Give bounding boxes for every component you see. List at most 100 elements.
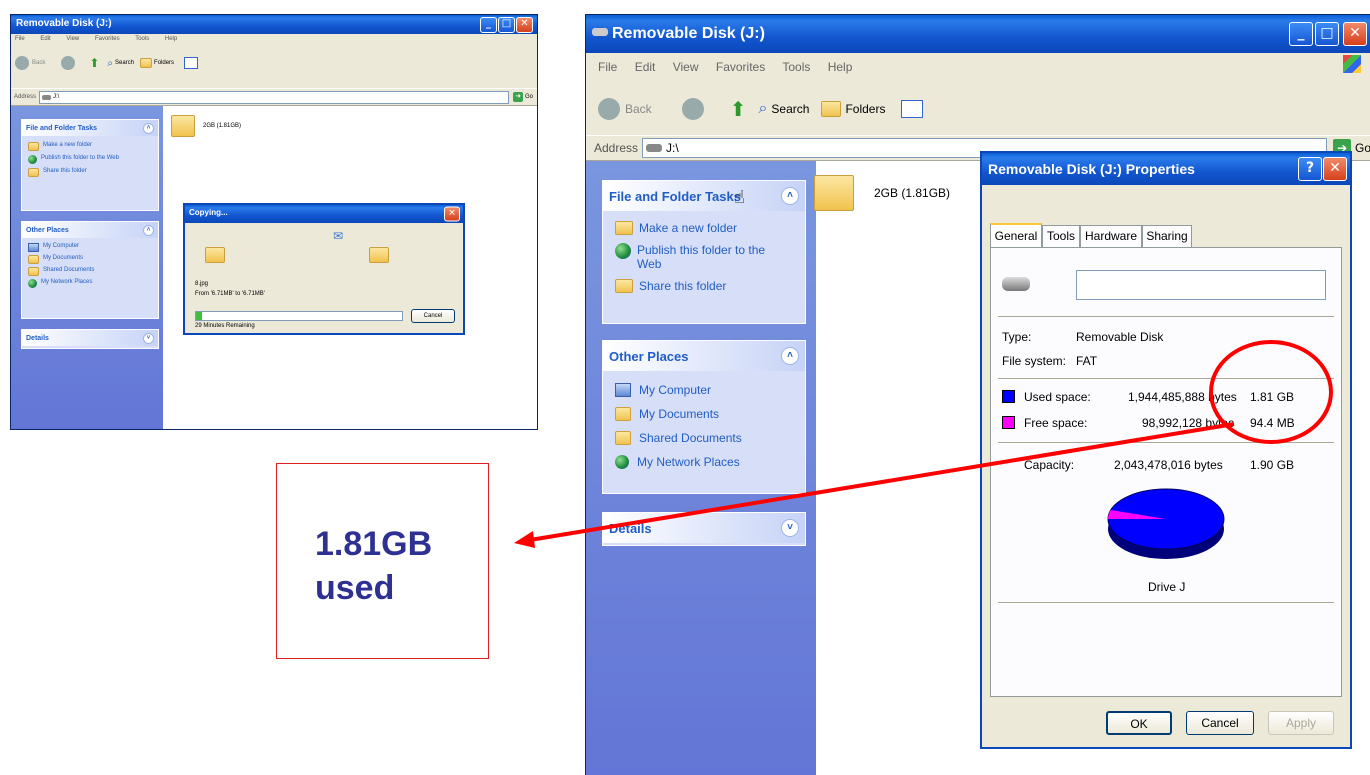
tab-general[interactable]: General	[990, 223, 1042, 247]
back-button[interactable]: Back	[32, 60, 45, 66]
big-menubar: File Edit View Favorites Tools Help	[598, 60, 866, 74]
menu-file[interactable]: File	[15, 36, 25, 42]
capacity-size: 1.90 GB	[1250, 458, 1295, 472]
network-places-link[interactable]: My Network Places	[28, 279, 158, 288]
window-icon	[592, 28, 608, 36]
free-color-swatch	[1002, 416, 1015, 429]
type-value: Removable Disk	[1076, 330, 1164, 344]
windows-logo-icon	[1343, 55, 1361, 73]
search-button[interactable]: Search	[771, 102, 809, 116]
panel-header[interactable]: Other Places ˄	[603, 341, 805, 371]
make-folder-link[interactable]: Make a new folder	[28, 142, 158, 151]
up-folder-icon[interactable]: ⬆	[89, 56, 99, 70]
destination-folder-icon	[369, 247, 389, 263]
apply-button[interactable]: Apply	[1268, 711, 1334, 735]
minimize-button[interactable]: _	[1289, 22, 1313, 46]
maximize-button[interactable]: □	[1315, 22, 1339, 46]
menu-favorites[interactable]: Favorites	[716, 60, 765, 74]
tab-hardware[interactable]: Hardware	[1080, 225, 1142, 247]
panel-header[interactable]: Other Places ˄	[22, 222, 158, 238]
go-button[interactable]: Go	[1355, 141, 1370, 155]
back-button[interactable]: Back	[625, 102, 652, 116]
drive-name-input[interactable]	[1076, 270, 1326, 300]
big-window-titlebar: Removable Disk (J:) _ □ ✕	[586, 15, 1370, 53]
filesystem-value: FAT	[1076, 354, 1098, 368]
views-icon[interactable]	[901, 100, 924, 118]
publish-link[interactable]: Publish this folder to the Web	[615, 243, 805, 271]
panel-header[interactable]: File and Folder Tasks ˄	[603, 181, 805, 211]
small-address-bar: Address J:\ ➔ Go	[11, 88, 537, 106]
menu-edit[interactable]: Edit	[40, 36, 50, 42]
link-label: My Computer	[639, 383, 712, 397]
go-icon[interactable]: ➔	[513, 92, 524, 102]
used-space-callout: 1.81GB used	[276, 463, 489, 659]
network-places-link[interactable]: My Network Places	[615, 455, 805, 469]
menu-tools[interactable]: Tools	[782, 60, 810, 74]
menu-file[interactable]: File	[598, 60, 617, 74]
my-computer-link[interactable]: My Computer	[615, 383, 805, 397]
go-button[interactable]: Go	[525, 94, 533, 100]
share-link[interactable]: Share this folder	[615, 279, 805, 293]
tab-sharing[interactable]: Sharing	[1142, 225, 1192, 247]
cancel-button[interactable]: Cancel	[1186, 711, 1254, 735]
small-folder-item[interactable]: 2GB (1.81GB)	[171, 115, 241, 137]
publish-link[interactable]: Publish this folder to the Web	[28, 155, 158, 164]
forward-icon[interactable]	[681, 98, 704, 120]
expand-icon[interactable]: ˅	[781, 519, 799, 537]
big-folder-item[interactable]: 2GB (1.81GB)	[814, 175, 950, 211]
back-icon[interactable]	[15, 56, 29, 70]
folders-button[interactable]: Folders	[154, 60, 174, 66]
collapse-icon[interactable]: ˄	[143, 122, 154, 134]
drive-label: Drive J	[1148, 580, 1186, 594]
maximize-button[interactable]: □	[498, 16, 515, 33]
type-label: Type:	[1002, 330, 1032, 344]
copy-file-name: 8.jpg	[195, 281, 209, 287]
filesystem-label: File system:	[1002, 354, 1067, 368]
collapse-icon[interactable]: ˄	[781, 347, 799, 365]
share-link[interactable]: Share this folder	[28, 168, 158, 177]
general-tab-page	[990, 247, 1342, 697]
panel-header[interactable]: File and Folder Tasks ˄	[22, 120, 158, 136]
forward-icon[interactable]	[61, 56, 76, 70]
close-button[interactable]: ✕	[516, 16, 533, 33]
folders-button[interactable]: Folders	[845, 102, 885, 116]
menu-edit[interactable]: Edit	[635, 60, 656, 74]
address-input[interactable]: J:\	[39, 90, 510, 104]
close-button[interactable]: ✕	[1323, 157, 1347, 181]
share-folder-icon	[615, 279, 633, 293]
panel-header[interactable]: Details ˅	[603, 513, 805, 543]
separator	[998, 316, 1334, 318]
menu-help[interactable]: Help	[828, 60, 853, 74]
free-space-label: Free space:	[1024, 416, 1088, 430]
menu-tools[interactable]: Tools	[135, 36, 149, 42]
menu-view[interactable]: View	[66, 36, 79, 42]
my-computer-link[interactable]: My Computer	[28, 243, 158, 252]
expand-icon[interactable]: ˅	[143, 332, 154, 344]
tab-tools[interactable]: Tools	[1042, 225, 1080, 247]
shared-documents-link[interactable]: Shared Documents	[28, 267, 158, 276]
ok-button[interactable]: OK	[1106, 711, 1172, 735]
menu-favorites[interactable]: Favorites	[95, 36, 120, 42]
my-documents-link[interactable]: My Documents	[615, 407, 805, 421]
documents-icon	[615, 407, 631, 421]
views-icon[interactable]	[184, 57, 199, 69]
my-documents-link[interactable]: My Documents	[28, 255, 158, 264]
panel-header[interactable]: Details ˅	[22, 330, 158, 346]
help-button[interactable]: ?	[1298, 157, 1322, 181]
big-toolbar: Back ⬆ ⌕ Search Folders	[586, 93, 1370, 125]
copy-cancel-button[interactable]: Cancel	[411, 309, 455, 323]
back-icon[interactable]	[598, 98, 620, 120]
minimize-button[interactable]: _	[480, 16, 497, 33]
menu-view[interactable]: View	[673, 60, 699, 74]
make-folder-link[interactable]: Make a new folder	[615, 221, 805, 235]
up-folder-icon[interactable]: ⬆	[730, 97, 747, 122]
search-button[interactable]: Search	[115, 60, 134, 66]
shared-documents-link[interactable]: Shared Documents	[615, 431, 805, 445]
collapse-icon[interactable]: ˄	[781, 187, 799, 205]
separator	[998, 442, 1334, 444]
collapse-icon[interactable]: ˄	[143, 224, 154, 236]
menu-help[interactable]: Help	[165, 36, 177, 42]
copy-close-button[interactable]: ✕	[444, 206, 460, 222]
small-places-panel: Other Places ˄ My Computer My Documents …	[21, 221, 159, 319]
close-button[interactable]: ✕	[1343, 22, 1367, 46]
